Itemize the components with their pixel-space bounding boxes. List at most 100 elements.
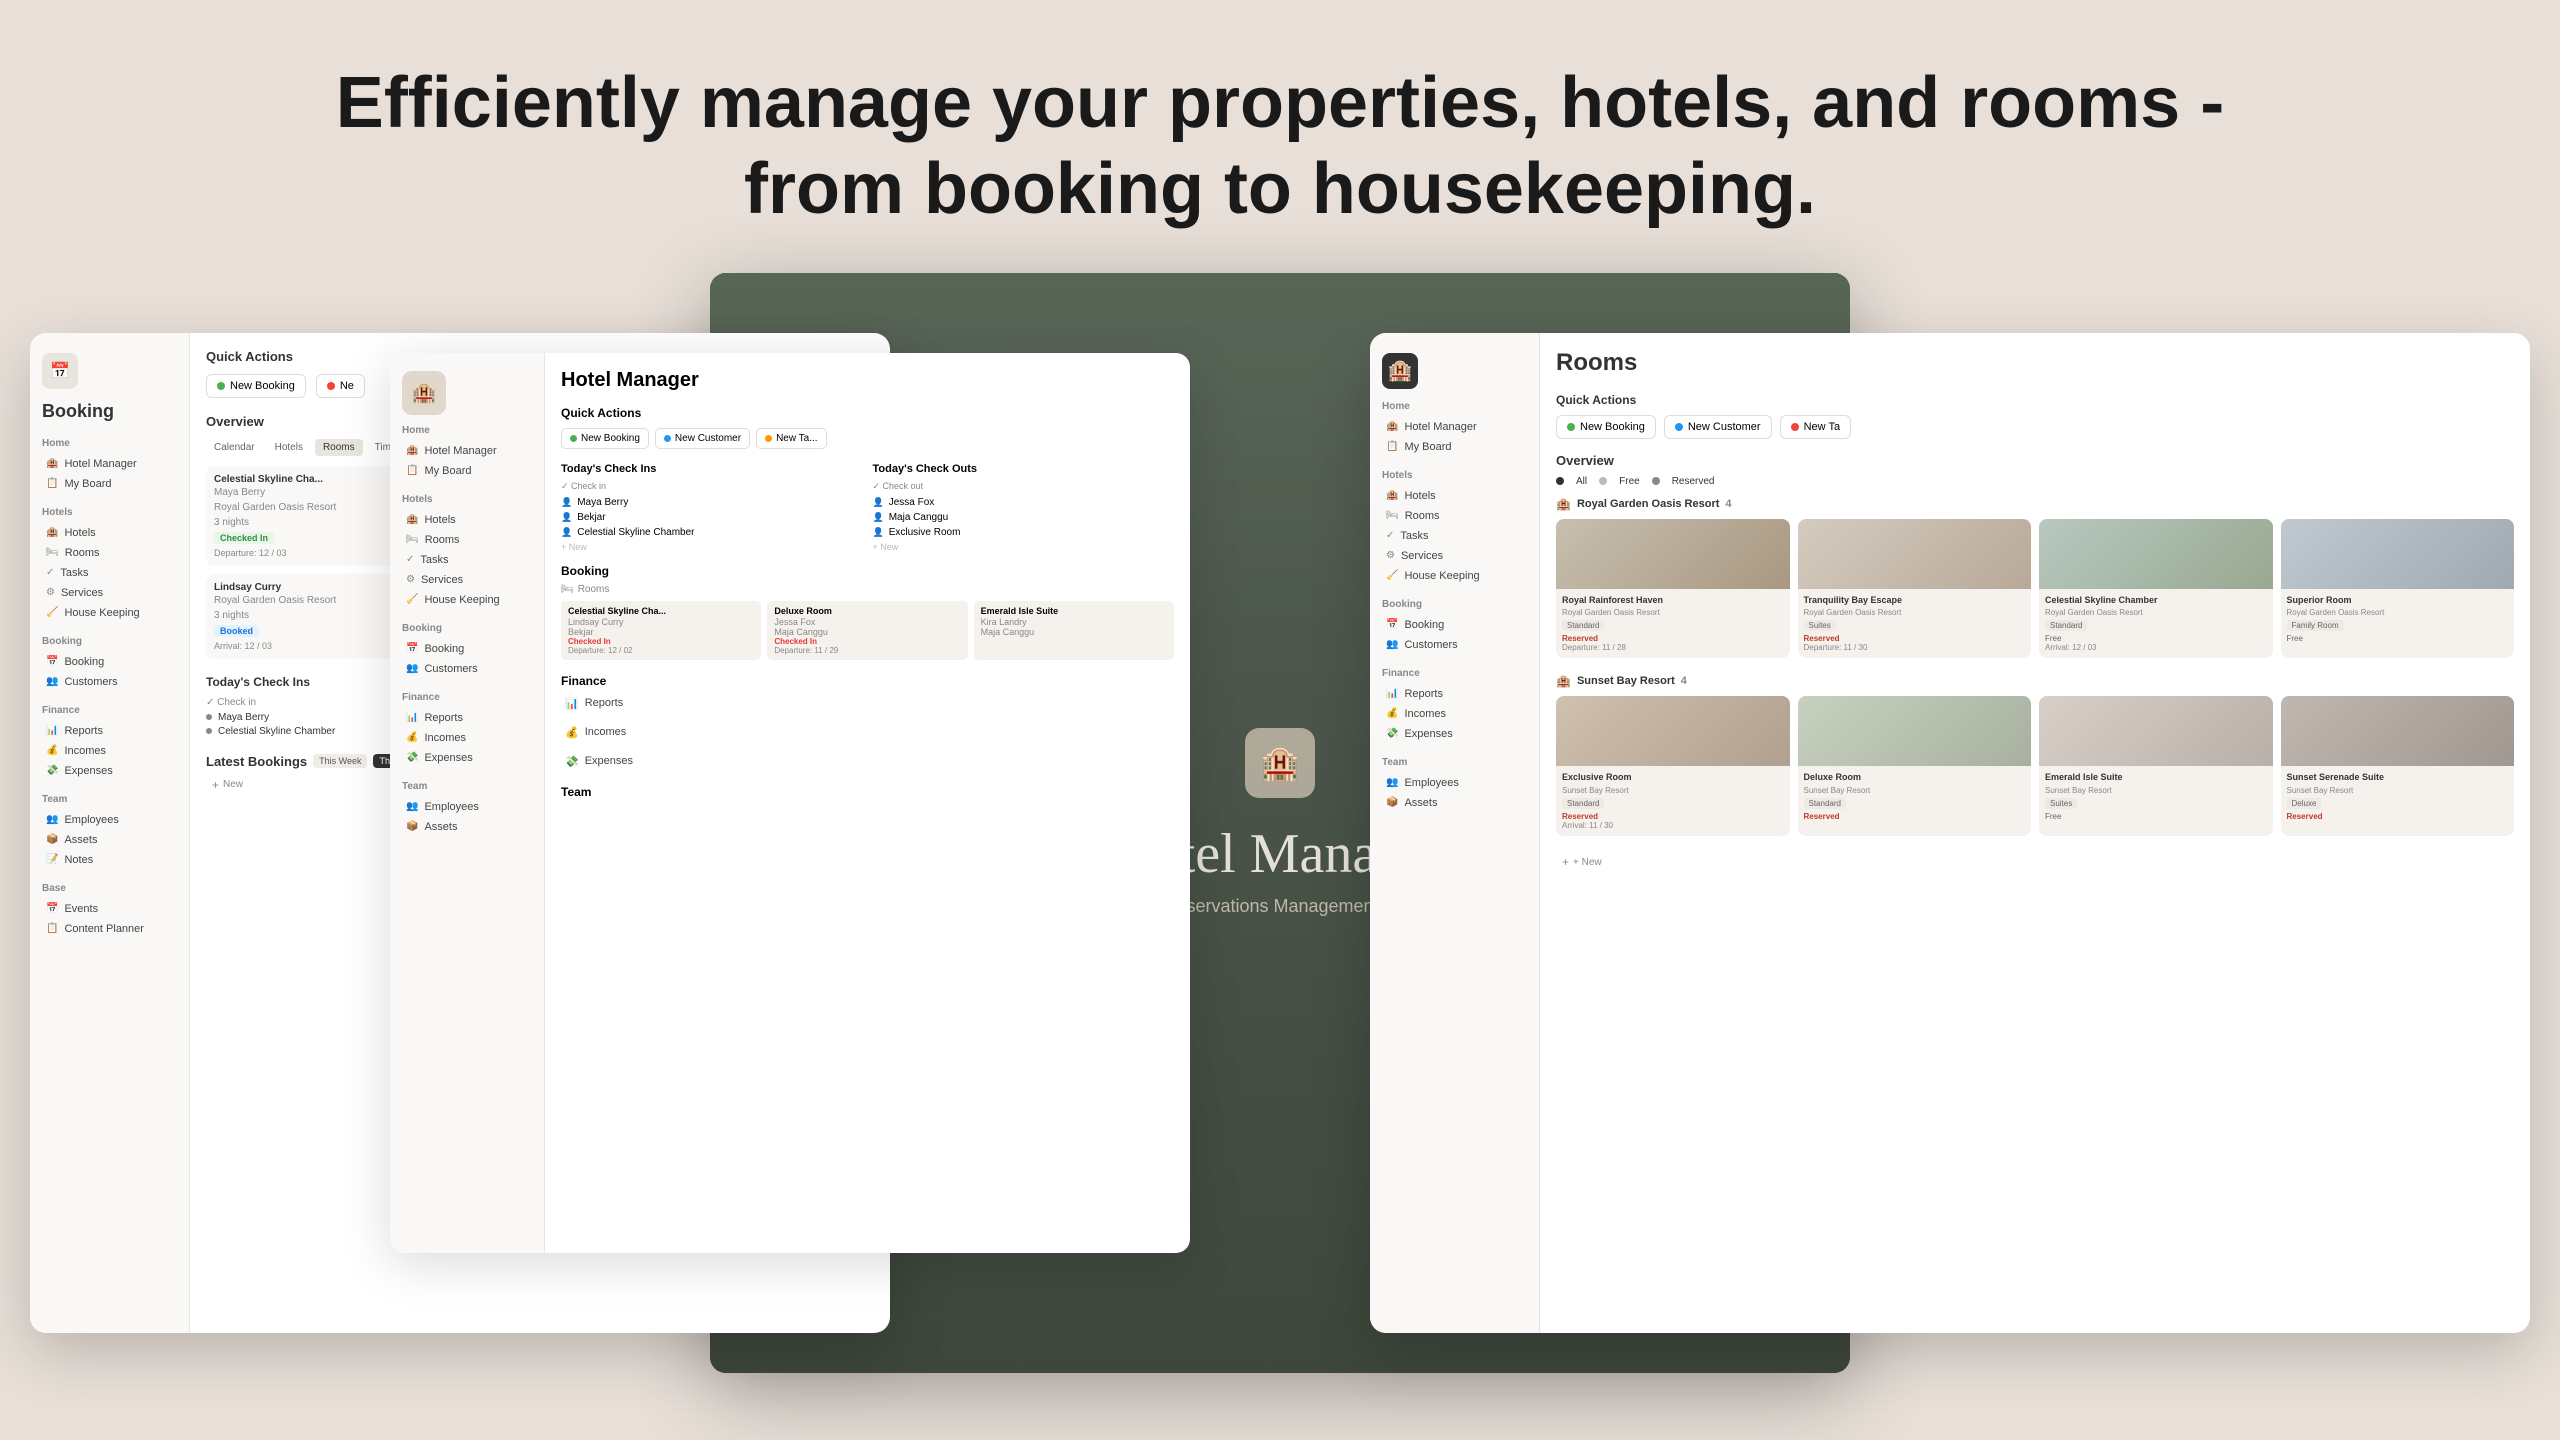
sidebar-item-hotels[interactable]: 🏨 Hotels [42,524,177,542]
center-sidebar-tasks[interactable]: ✓ Tasks [402,551,532,569]
sidebar-item-rooms[interactable]: 🛏 Rooms [42,544,177,562]
center-nc-dot [664,435,671,442]
sidebar-item-tasks[interactable]: ✓ Tasks [42,564,177,582]
right-sidebar-tasks[interactable]: ✓ Tasks [1382,527,1527,545]
sidebar-base-label: Base [42,883,177,894]
sidebar-item-reports[interactable]: 📊 Reports [42,722,177,740]
sidebar-item-assets[interactable]: 📦 Assets [42,831,177,849]
right-employees-icon: 👥 [1386,777,1398,788]
room-name-er: Exclusive Room [1562,772,1784,784]
left-sidebar: 📅 Booking Home 🏨 Hotel Manager 📋 My Boar… [30,333,190,1333]
right-sidebar-customers[interactable]: 👥 Customers [1382,636,1527,654]
center-sidebar-services[interactable]: ⚙ Services [402,571,532,589]
right-sidebar-assets[interactable]: 📦 Assets [1382,794,1527,812]
center-sidebar-customers[interactable]: 👥 Customers [402,660,532,678]
sidebar-item-content-planner[interactable]: 📋 Content Planner [42,920,177,938]
center-sidebar-assets[interactable]: 📦 Assets [402,818,532,836]
new-button[interactable]: Ne [316,374,365,398]
new-booking-button[interactable]: New Booking [206,374,306,398]
sidebar-item-events[interactable]: 📅 Events [42,900,177,918]
right-new-customer-btn[interactable]: New Customer [1664,415,1772,439]
center-sidebar-booking-item[interactable]: 📅 Booking [402,640,532,658]
right-sidebar-reports[interactable]: 📊 Reports [1382,685,1527,703]
center-sidebar-rooms[interactable]: 🛏 Rooms [402,531,532,549]
center-sidebar-reports[interactable]: 📊 Reports [402,709,532,727]
right-qa-row: New Booking New Customer New Ta [1556,415,2514,439]
center-qa-row: New Booking New Customer New Ta... [561,428,1174,449]
right-new-btn-row[interactable]: + + New [1556,852,2514,872]
center-sidebar-housekeeping[interactable]: 🧹 House Keeping [402,591,532,609]
right-new-tab-btn[interactable]: New Ta [1780,415,1851,439]
sidebar-finance-section: Finance 📊 Reports 💰 Incomes 💸 Expenses [42,705,177,780]
sidebar-home-label: Home [42,438,177,449]
center-new-other-btn[interactable]: New Ta... [756,428,827,449]
sidebar-item-employees[interactable]: 👥 Employees [42,811,177,829]
resort-1-icon: 🏨 [1556,497,1571,511]
tab-rooms[interactable]: Rooms [315,439,363,456]
main-title: Efficiently manage your properties, hote… [0,60,2560,233]
sidebar-item-my-board[interactable]: 📋 My Board [42,475,177,493]
right-sidebar-incomes[interactable]: 💰 Incomes [1382,705,1527,723]
right-sidebar-employees[interactable]: 👥 Employees [1382,774,1527,792]
right-new-booking-btn[interactable]: New Booking [1556,415,1656,439]
room-status-sss: Reserved [2287,812,2509,821]
sidebar-item-incomes[interactable]: 💰 Incomes [42,742,177,760]
center-finance-label: Finance [402,692,532,703]
room-hotel-er: Sunset Bay Resort [1562,786,1784,795]
center-new-booking-btn[interactable]: New Booking [561,428,649,449]
center-new-customer-btn[interactable]: New Customer [655,428,750,449]
center-sidebar-employees[interactable]: 👥 Employees [402,798,532,816]
sidebar-item-hotel-manager[interactable]: 🏨 Hotel Manager [42,455,177,473]
room-type-tbe: Suites [1804,620,1836,631]
room-type-sr: Family Room [2287,620,2344,631]
room-card-er: Exclusive Room Sunset Bay Resort Standar… [1556,696,1790,836]
center-page-title: Hotel Manager [561,369,1174,392]
center-sidebar-hotels-item[interactable]: 🏨 Hotels [402,511,532,529]
room-name-dr: Deluxe Room [1804,772,2026,784]
right-main: Rooms Quick Actions New Booking New Cust… [1540,333,2530,1333]
sidebar-item-booking[interactable]: 📅 Booking [42,653,177,671]
center-sidebar-hotel-manager[interactable]: 🏨 Hotel Manager [402,442,532,460]
right-sidebar-hm[interactable]: 🏨 Hotel Manager [1382,418,1527,436]
new-booking-dot [217,382,225,390]
sidebar-item-expenses[interactable]: 💸 Expenses [42,762,177,780]
right-tasks-icon: ✓ [1386,530,1394,541]
room-date-er: Arrival: 11 / 30 [1562,821,1784,830]
sidebar-item-housekeeping[interactable]: 🧹 House Keeping [42,604,177,622]
sidebar-item-notes[interactable]: 📝 Notes [42,851,177,869]
right-sidebar-myboard[interactable]: 📋 My Board [1382,438,1527,456]
center-finance-incomes[interactable]: 💰 Incomes [561,723,1174,742]
room-img-sr [2281,519,2515,589]
right-hotels-icon: 🏨 [1386,490,1398,501]
right-sidebar-services[interactable]: ⚙ Services [1382,547,1527,565]
room-img-rrf [1556,519,1790,589]
checkin-add-new[interactable]: + New [561,542,863,552]
center-sidebar-expenses[interactable]: 💸 Expenses [402,749,532,767]
sidebar-hotels-section: Hotels 🏨 Hotels 🛏 Rooms ✓ Tasks ⚙ [42,507,177,622]
right-sidebar-hotels-item[interactable]: 🏨 Hotels [1382,487,1527,505]
right-reports-icon: 📊 [1386,688,1398,699]
center-finance-reports[interactable]: 📊 Reports [561,694,1174,713]
incomes-icon: 💰 [46,745,58,756]
tab-calendar[interactable]: Calendar [206,439,263,456]
center-sidebar-incomes[interactable]: 💰 Incomes [402,729,532,747]
room-status-csc: Free [2045,634,2267,643]
center-sidebar-my-board[interactable]: 📋 My Board [402,462,532,480]
sidebar-finance-label: Finance [42,705,177,716]
sidebar-item-customers[interactable]: 👥 Customers [42,673,177,691]
right-sidebar-expenses[interactable]: 💸 Expenses [1382,725,1527,743]
center-nb-dot [570,435,577,442]
tab-hotels[interactable]: Hotels [267,439,311,456]
right-booking-label: Booking [1382,599,1527,610]
resort-group-2: 🏨 Sunset Bay Resort 4 Exclusive Room Sun… [1556,674,2514,836]
right-sidebar-housekeeping[interactable]: 🧹 House Keeping [1382,567,1527,585]
checkout-add-new[interactable]: + New [873,542,1175,552]
center-finance-expenses[interactable]: 💸 Expenses [561,752,1174,771]
center-rooms-icon: 🛏 [406,534,419,545]
this-week-button[interactable]: This Week [313,754,367,768]
sidebar-item-services[interactable]: ⚙ Services [42,584,177,602]
right-sidebar-rooms[interactable]: 🛏 Rooms [1382,507,1527,525]
latest-bookings-title: Latest Bookings [206,754,307,769]
notes-icon: 📝 [46,854,58,865]
right-sidebar-booking-item[interactable]: 📅 Booking [1382,616,1527,634]
